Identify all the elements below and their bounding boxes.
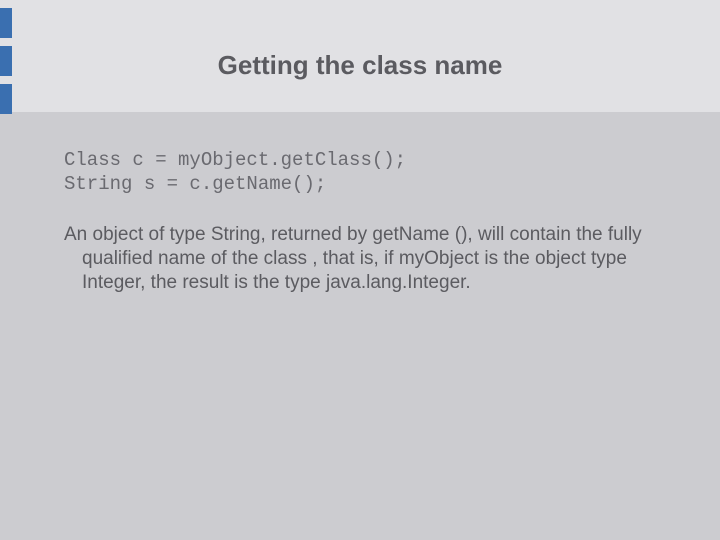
code-line: Class c = myObject.getClass(); <box>64 148 656 172</box>
code-line: String s = c.getName(); <box>64 172 656 196</box>
slide-title: Getting the class name <box>0 50 720 81</box>
accent-bar <box>0 84 12 114</box>
body-paragraph: An object of type String, returned by ge… <box>64 223 656 296</box>
accent-bar <box>0 8 12 38</box>
slide-content: Class c = myObject.getClass(); String s … <box>64 148 656 296</box>
